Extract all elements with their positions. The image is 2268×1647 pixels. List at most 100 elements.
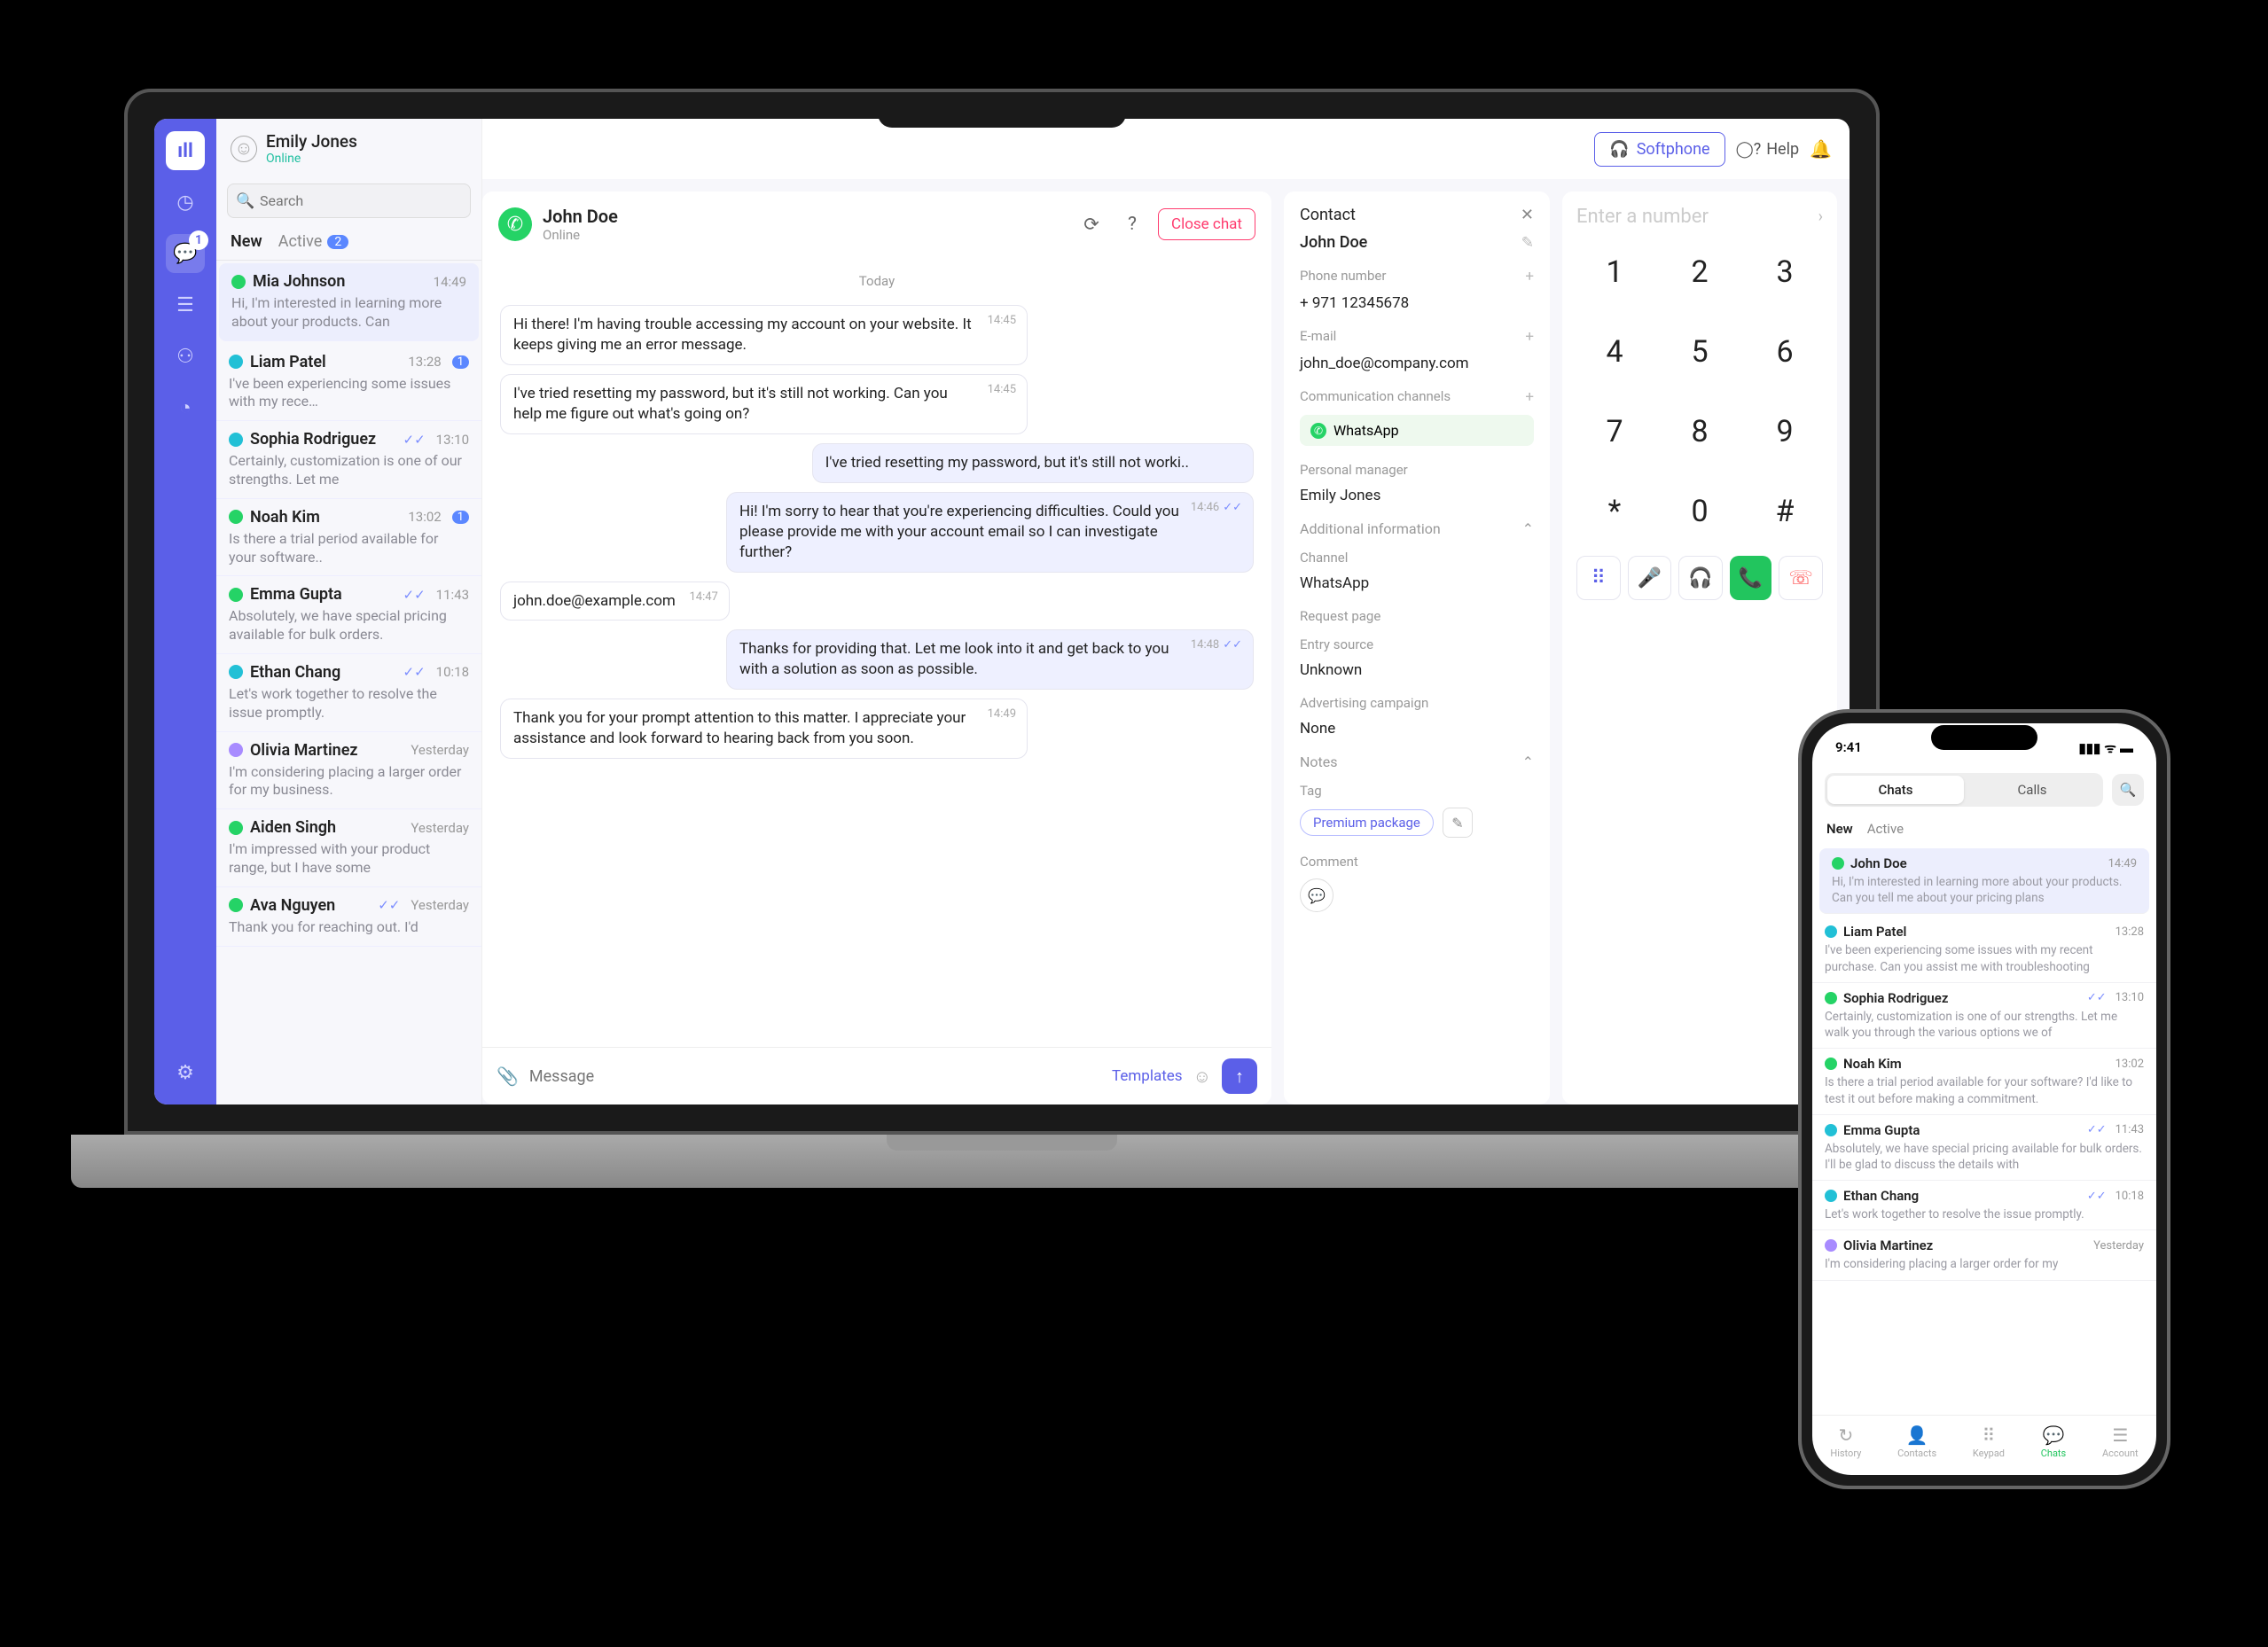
nav-settings-icon[interactable]: ⚙	[166, 1053, 205, 1092]
dial-key-1[interactable]: 1	[1576, 240, 1653, 304]
channels-label: Communication channels	[1300, 388, 1451, 406]
chat-item-preview: I've been experiencing some issues with …	[229, 375, 469, 412]
chat-list[interactable]: Mia Johnson14:49Hi, I'm interested in le…	[216, 261, 481, 1105]
headset-action-icon[interactable]: 🎧	[1678, 556, 1723, 600]
message-out: Hi! I'm sorry to hear that you're experi…	[726, 492, 1254, 573]
nav-list-icon[interactable]: ☰	[166, 285, 205, 324]
message-input[interactable]	[529, 1067, 1101, 1086]
read-check-icon: ✓✓	[2087, 1123, 2107, 1136]
chat-item[interactable]: Mia Johnson14:49Hi, I'm interested in le…	[219, 263, 479, 341]
phone-item-preview: Certainly, customization is one of our s…	[1825, 1009, 2144, 1041]
nav-keypad-icon: ⠿	[1983, 1425, 1996, 1446]
phone-chat-item[interactable]: Olivia MartinezYesterdayI'm considering …	[1812, 1230, 2156, 1280]
phone-chat-item[interactable]: Liam Patel13:28I've been experiencing so…	[1812, 917, 2156, 982]
unread-badge: 1	[452, 355, 469, 369]
close-chat-button[interactable]: Close chat	[1158, 208, 1255, 240]
phone-chat-item[interactable]: John Doe14:49Hi, I'm interested in learn…	[1819, 848, 2149, 914]
chat-item[interactable]: Noah Kim13:021Is there a trial period av…	[216, 499, 481, 577]
chat-item[interactable]: Aiden SinghYesterdayI'm impressed with y…	[216, 809, 481, 887]
add-phone-icon[interactable]: +	[1525, 268, 1534, 285]
channel-dot-icon	[229, 821, 243, 835]
call-button[interactable]: 📞	[1730, 556, 1772, 600]
phone-chat-item[interactable]: Ethan Chang✓✓10:18Let's work together to…	[1812, 1181, 2156, 1230]
message-time: 14:47	[689, 589, 717, 605]
phone-search-icon[interactable]: 🔍	[2112, 774, 2144, 806]
tab-active[interactable]: Active2	[278, 232, 348, 251]
tag-chip[interactable]: Premium package	[1300, 809, 1434, 836]
nav-label: History	[1830, 1448, 1861, 1459]
chat-item[interactable]: Olivia MartinezYesterdayI'm considering …	[216, 732, 481, 810]
nav-chats-icon[interactable]: 💬1	[166, 234, 205, 273]
comment-label: Comment	[1300, 854, 1358, 870]
send-button[interactable]: ↑	[1222, 1058, 1257, 1094]
dial-key-6[interactable]: 6	[1747, 320, 1823, 384]
phone-item-time: 14:49	[2108, 857, 2137, 870]
nav-account[interactable]: ☰Account	[2102, 1425, 2139, 1459]
nav-chats[interactable]: 💬Chats	[2041, 1425, 2066, 1459]
tab-new[interactable]: New	[231, 232, 262, 251]
message-list[interactable]: Today Hi there! I'm having trouble acces…	[482, 257, 1271, 1047]
wifi-icon: ᯤ	[2104, 739, 2116, 757]
dial-key-7[interactable]: 7	[1576, 400, 1653, 464]
dial-key-*[interactable]: *	[1576, 480, 1653, 543]
decline-button[interactable]: ☏	[1779, 556, 1823, 600]
nav-history[interactable]: ↻History	[1830, 1425, 1861, 1459]
transfer-icon[interactable]: ⟳	[1076, 209, 1107, 239]
phone-chat-list[interactable]: John Doe14:49Hi, I'm interested in learn…	[1812, 846, 2156, 1415]
dial-key-5[interactable]: 5	[1662, 320, 1738, 384]
chat-item[interactable]: Emma Gupta✓✓11:43Absolutely, we have spe…	[216, 576, 481, 654]
dial-key-2[interactable]: 2	[1662, 240, 1738, 304]
edit-tag-icon[interactable]: ✎	[1443, 808, 1473, 838]
dialer-input-placeholder[interactable]: Enter a number	[1576, 206, 1709, 228]
edit-name-icon[interactable]: ✎	[1521, 234, 1534, 252]
chat-item-time: Yesterday	[411, 897, 469, 913]
chat-item[interactable]: Ava Nguyen✓✓YesterdayThank you for reach…	[216, 887, 481, 947]
conv-help-icon[interactable]: ?	[1117, 209, 1147, 239]
add-channel-icon[interactable]: +	[1525, 388, 1534, 406]
segment-calls[interactable]: Calls	[1964, 776, 2100, 804]
dial-key-9[interactable]: 9	[1747, 400, 1823, 464]
phone-chat-item[interactable]: Sophia Rodriguez✓✓13:10Certainly, custom…	[1812, 983, 2156, 1049]
message-in: Thank you for your prompt attention to t…	[500, 699, 1028, 759]
add-comment-button[interactable]: 💬	[1300, 878, 1333, 912]
chat-item[interactable]: Ethan Chang✓✓10:18Let's work together to…	[216, 654, 481, 732]
search-input[interactable]	[227, 183, 471, 218]
softphone-button[interactable]: 🎧Softphone	[1594, 132, 1724, 167]
dial-key-#[interactable]: #	[1747, 480, 1823, 543]
segment-chats[interactable]: Chats	[1827, 776, 1964, 804]
dialpad-icon[interactable]: ⠿	[1576, 556, 1621, 600]
dial-key-0[interactable]: 0	[1662, 480, 1738, 543]
phone-tab-new[interactable]: New	[1826, 821, 1853, 837]
notifications-icon[interactable]: 🔔	[1810, 138, 1832, 160]
phone-tab-active[interactable]: Active	[1867, 821, 1904, 837]
attach-icon[interactable]: 📎	[497, 1065, 519, 1087]
top-bar: 🎧Softphone ◯?Help 🔔	[482, 119, 1850, 179]
templates-button[interactable]: Templates	[1112, 1067, 1183, 1085]
channel-chip[interactable]: ✆WhatsApp	[1300, 415, 1534, 446]
dialer-collapse-icon[interactable]: ›	[1818, 207, 1823, 226]
nav-contacts[interactable]: 👤Contacts	[1897, 1425, 1936, 1459]
dial-key-4[interactable]: 4	[1576, 320, 1653, 384]
nav-clock-icon[interactable]: ◷	[166, 183, 205, 222]
channel-dot-icon	[229, 588, 243, 602]
mic-icon[interactable]: 🎤	[1628, 556, 1672, 600]
chat-item[interactable]: Liam Patel13:281I've been experiencing s…	[216, 344, 481, 422]
nav-contacts-icon[interactable]: ⚇	[166, 337, 205, 376]
collapse-addl-icon[interactable]: ⌃	[1522, 520, 1534, 537]
chat-item-time: 14:49	[434, 274, 466, 290]
dial-key-3[interactable]: 3	[1747, 240, 1823, 304]
add-email-icon[interactable]: +	[1525, 328, 1534, 346]
chat-item-name: Emma Gupta	[250, 585, 396, 604]
phone-chat-item[interactable]: Emma Gupta✓✓11:43Absolutely, we have spe…	[1812, 1115, 2156, 1181]
close-contact-icon[interactable]: ✕	[1521, 206, 1534, 224]
contact-status: Online	[543, 227, 1066, 243]
dial-key-8[interactable]: 8	[1662, 400, 1738, 464]
emoji-icon[interactable]: ☺	[1193, 1065, 1211, 1088]
chat-item[interactable]: Sophia Rodriguez✓✓13:10Certainly, custom…	[216, 421, 481, 499]
nav-keypad[interactable]: ⠿Keypad	[1973, 1425, 2005, 1459]
chat-item-name: Noah Kim	[250, 508, 401, 527]
collapse-notes-icon[interactable]: ⌃	[1522, 753, 1534, 770]
help-button[interactable]: ◯?Help	[1736, 140, 1800, 159]
nav-history-icon[interactable]: ◔	[166, 388, 205, 427]
phone-chat-item[interactable]: Noah Kim13:02Is there a trial period ava…	[1812, 1049, 2156, 1114]
